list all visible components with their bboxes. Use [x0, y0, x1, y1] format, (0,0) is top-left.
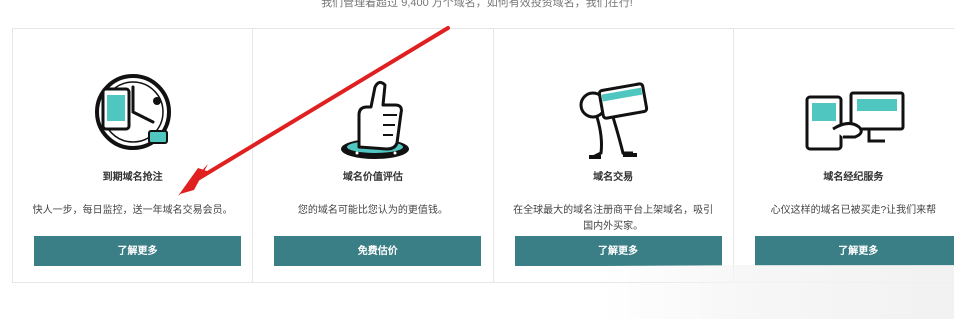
card-title: 域名价值评估	[342, 172, 403, 183]
card-title: 域名交易	[593, 172, 634, 183]
thumbs-up-icon	[253, 57, 492, 167]
service-card-domain-appraisal: 域名价值评估 您的域名可能比您认为的更值钱。 免费估价	[253, 29, 494, 282]
service-card-domain-brokerage: 域名经纪服务 心仪这样的域名已被买走?让我们来帮 了解更多	[734, 29, 954, 282]
service-card-domain-trading: 域名交易 在全球最大的域名注册商平台上架域名，吸引国内外买家。 了解更多	[494, 29, 734, 282]
free-appraisal-button[interactable]: 免费估价	[274, 236, 482, 266]
card-title: 域名经纪服务	[823, 172, 884, 183]
clock-phone-icon	[13, 57, 252, 167]
services-cards: 到期域名抢注 快人一步，每日监控，送一年域名交易会员。 了解更多 域名价值评估 …	[12, 28, 954, 283]
learn-more-button[interactable]: 了解更多	[514, 236, 722, 266]
learn-more-button[interactable]: 了解更多	[34, 236, 241, 266]
card-person-icon	[494, 57, 733, 167]
watermark-blur	[600, 265, 954, 319]
handshake-icon	[734, 57, 954, 167]
card-description: 心仪这样的域名已被买走?让我们来帮	[770, 205, 937, 216]
card-description: 您的域名可能比您认为的更值钱。	[297, 205, 448, 216]
card-title: 到期域名抢注	[102, 172, 163, 183]
section-subtitle: 我们管理着超过 9,400 万个域名，如何有效投资域名，我们在行!	[321, 0, 633, 9]
service-card-expired-domain: 到期域名抢注 快人一步，每日监控，送一年域名交易会员。 了解更多	[13, 29, 254, 282]
card-description: 在全球最大的域名注册商平台上架域名，吸引国内外买家。	[513, 205, 714, 232]
card-description: 快人一步，每日监控，送一年域名交易会员。	[32, 205, 233, 216]
learn-more-button[interactable]: 了解更多	[754, 236, 954, 266]
